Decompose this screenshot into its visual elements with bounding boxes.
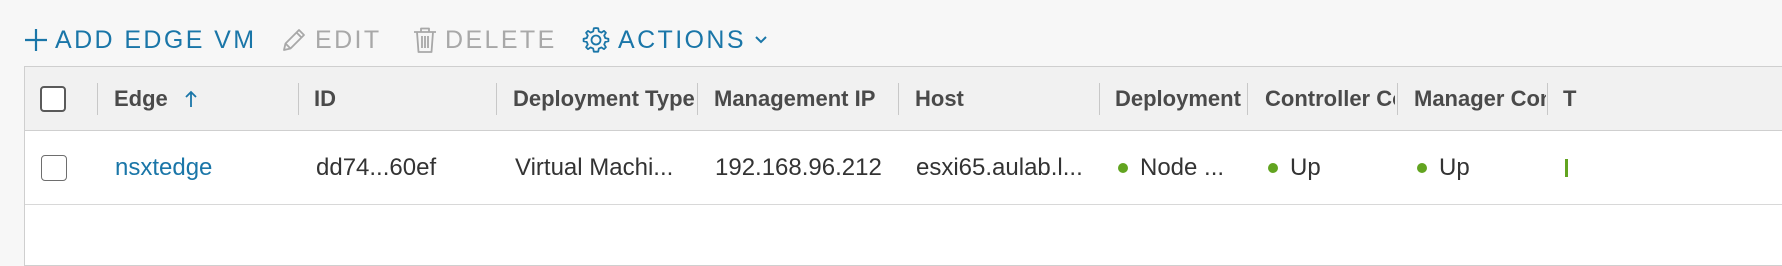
edge-name-link[interactable]: nsxtedge [115,154,212,182]
column-header-management-ip-label: Management IP [714,86,876,111]
column-separator[interactable] [1247,83,1248,115]
column-separator[interactable] [496,83,497,115]
column-header-manager-connectivity-label: Manager Connectivity [1414,86,1546,111]
actions-label: ACTIONS [618,25,746,54]
deployment-status-cell: Node ... [1118,131,1248,205]
gear-icon [581,25,611,55]
select-all-checkbox[interactable] [40,86,66,112]
edit-button[interactable]: EDIT [280,22,382,58]
column-header-truncated-label: T [1563,86,1577,111]
column-separator[interactable] [898,83,899,115]
column-header-deployment-status-label: Deployment Status [1115,86,1243,111]
column-separator[interactable] [97,83,98,115]
management-ip-cell: 192.168.96.212 [715,154,882,181]
edit-label: EDIT [315,25,382,54]
pencil-icon [280,26,308,54]
column-header-manager-connectivity[interactable]: Manager Connectivity [1414,67,1546,131]
add-edge-vm-button[interactable]: ADD EDGE VM [24,22,256,58]
column-separator[interactable] [1547,83,1548,115]
column-header-edge-label: Edge [114,86,168,111]
column-header-controller-connectivity-label: Controller Connectivity [1265,86,1395,111]
row-checkbox[interactable] [41,155,67,181]
chevron-down-icon [754,35,768,45]
edge-name-cell: nsxtedge [115,131,295,205]
row-select-cell [41,131,81,205]
delete-label: DELETE [445,25,557,54]
column-header-host[interactable]: Host [915,67,1095,131]
toolbar: ADD EDGE VM EDIT DELETE ACTIONS [0,0,1782,66]
controller-connectivity-cell: Up [1268,131,1398,205]
status-dot-icon [1268,163,1278,173]
column-header-edge[interactable]: Edge [114,67,294,131]
plus-icon [24,28,48,52]
column-separator[interactable] [1099,83,1100,115]
column-separator[interactable] [697,83,698,115]
actions-button[interactable]: ACTIONS [581,22,768,58]
status-dot-icon [1417,163,1427,173]
column-header-truncated[interactable]: T [1563,67,1603,131]
status-dot-icon [1118,163,1128,173]
column-header-deployment-type-label: Deployment Type [513,86,695,111]
datagrid-header: Edge ID Deployment Type Management IP Ho… [25,67,1782,131]
column-header-deployment-status[interactable]: Deployment Status [1115,67,1243,131]
manager-connectivity-cell: Up [1417,131,1547,205]
edge-id-cell: dd74...60ef [316,154,437,181]
controller-connectivity-text: Up [1290,154,1321,181]
status-indicator-icon [1565,159,1568,177]
host-cell: esxi65.aulab.l... [916,154,1083,181]
truncated-cell [1565,131,1585,205]
deployment-status-text: Node ... [1140,154,1225,181]
edge-datagrid: Edge ID Deployment Type Management IP Ho… [24,66,1782,266]
column-separator[interactable] [1397,83,1398,115]
column-header-id[interactable]: ID [314,67,489,131]
trash-icon [412,26,438,54]
column-header-controller-connectivity[interactable]: Controller Connectivity [1265,67,1395,131]
column-header-management-ip[interactable]: Management IP [714,67,894,131]
deployment-type-cell: Virtual Machi... [515,154,674,181]
arrow-up-icon [184,90,198,108]
select-all-cell [40,67,80,131]
column-header-deployment-type[interactable]: Deployment Type [513,67,697,131]
column-header-host-label: Host [915,86,964,111]
add-edge-vm-label: ADD EDGE VM [55,25,257,54]
column-separator[interactable] [298,83,299,115]
manager-connectivity-text: Up [1439,154,1470,181]
delete-button[interactable]: DELETE [412,22,557,58]
column-header-id-label: ID [314,86,336,111]
table-row[interactable]: nsxtedge dd74...60ef Virtual Machi... 19… [25,131,1782,205]
